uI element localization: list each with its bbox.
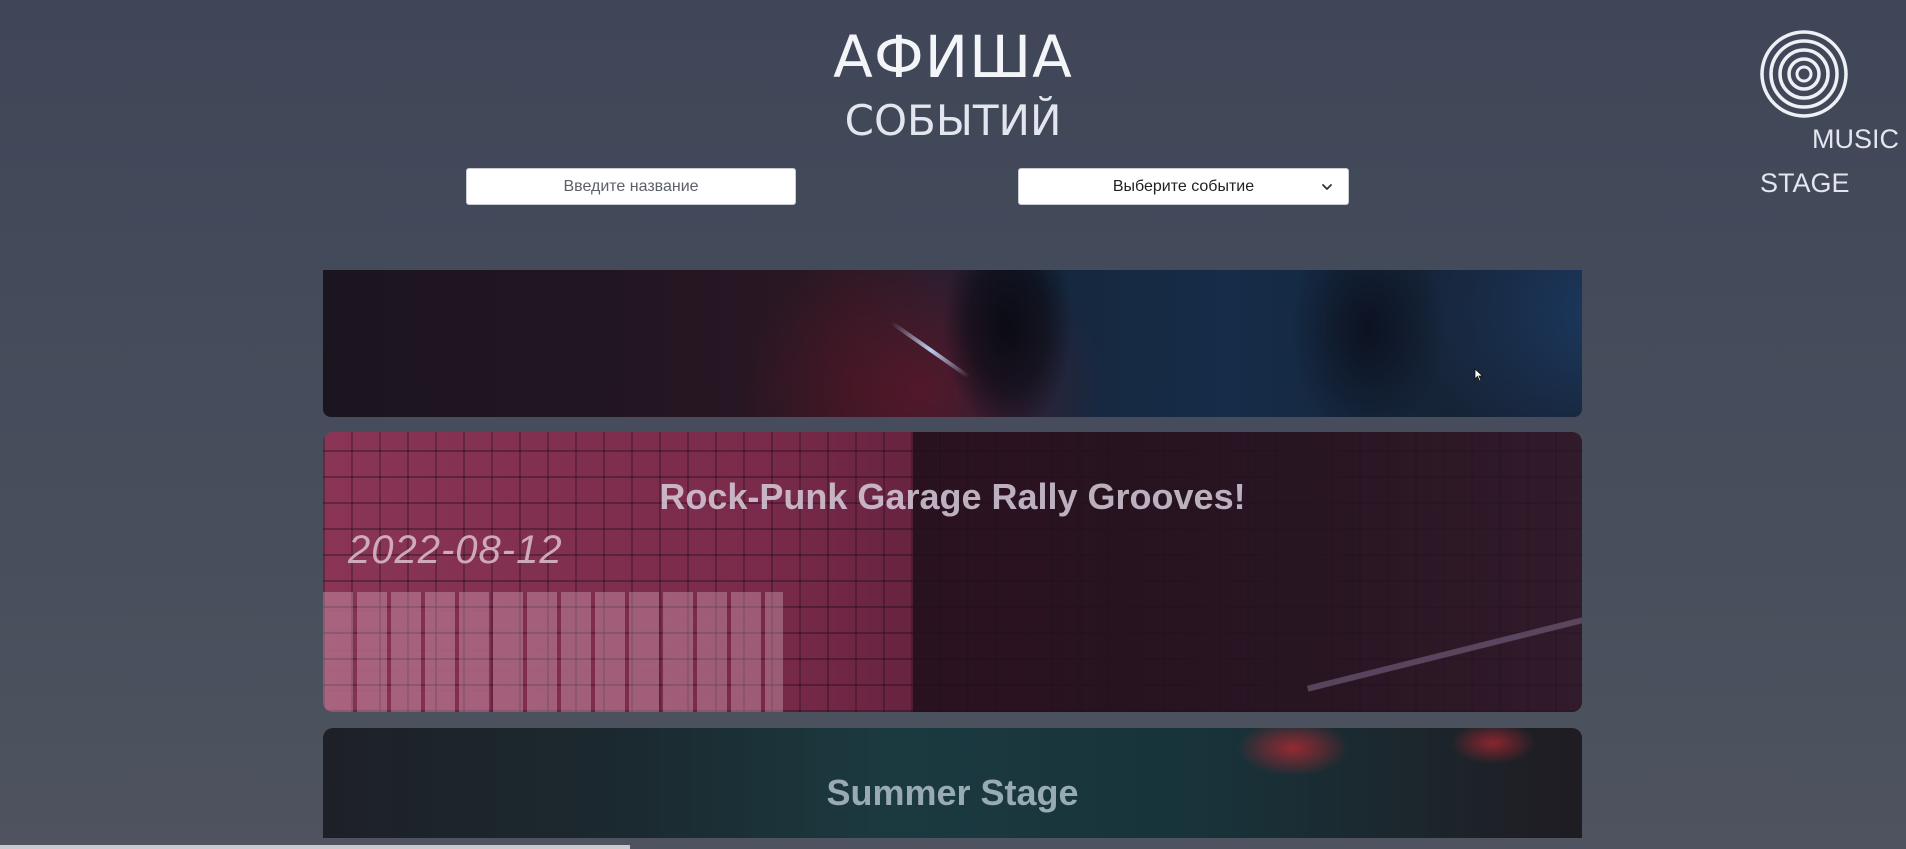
chevron-down-icon: [1322, 184, 1332, 190]
event-card[interactable]: [323, 270, 1582, 417]
event-select[interactable]: Выберите событие: [1018, 168, 1349, 205]
logo-text-stage: STAGE: [1760, 168, 1850, 198]
page-title: АФИША: [833, 23, 1073, 91]
event-card[interactable]: Summer Stage: [323, 728, 1582, 838]
mouse-pointer-icon: [1474, 368, 1484, 382]
logo-text-music: MUSIC: [1812, 124, 1899, 154]
event-card-image: [913, 432, 1582, 712]
event-title: Summer Stage: [826, 772, 1079, 813]
event-date: 2022-08-12: [348, 528, 563, 572]
event-card[interactable]: Rock-Punk Garage Rally Grooves! 2022-08-…: [323, 432, 1582, 712]
scrollbar-strip: [0, 845, 630, 849]
search-input[interactable]: [466, 168, 796, 205]
event-select-label: Выберите событие: [1112, 177, 1255, 195]
music-stage-logo-icon[interactable]: [1758, 28, 1850, 120]
event-card-image: [323, 592, 783, 712]
page-subtitle: СОБЫТИЙ: [844, 96, 1062, 145]
event-card-image: [943, 270, 1073, 417]
event-title: Rock-Punk Garage Rally Grooves!: [659, 476, 1246, 517]
